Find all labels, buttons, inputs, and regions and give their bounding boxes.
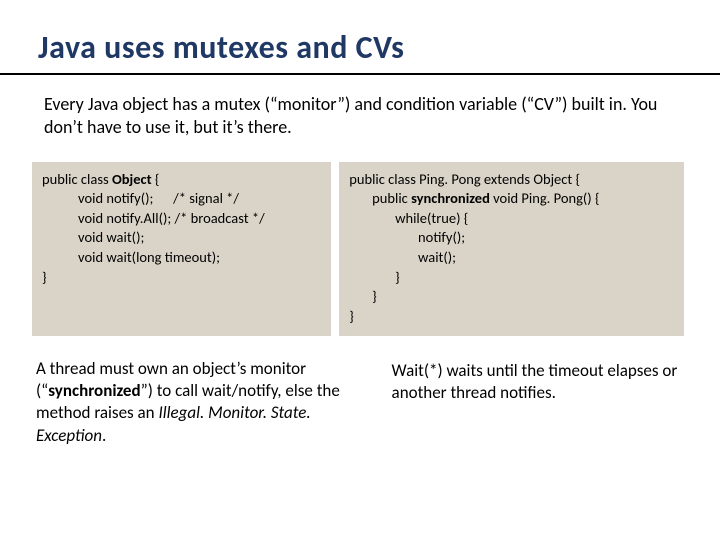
code-text: void wait();: [42, 228, 321, 248]
footer-text-bold: synchronized: [48, 380, 140, 401]
code-text: public class Ping. Pong extends Object {: [349, 170, 674, 190]
code-text: }: [42, 268, 321, 288]
code-text: void Ping. Pong() {: [490, 189, 600, 207]
code-text: }: [349, 268, 674, 288]
footer-right-text: Wait(*) waits until the timeout elapses …: [392, 358, 684, 446]
footer-left-text: A thread must own an object’s monitor (“…: [36, 358, 364, 446]
code-text: void wait(long timeout);: [42, 248, 321, 268]
code-text-bold: Object: [112, 170, 152, 188]
code-text: public class: [42, 170, 112, 188]
code-row: public class Object { void notify(); /* …: [0, 162, 720, 337]
code-text: void notify(); /* signal */: [42, 189, 321, 209]
code-text: public: [349, 189, 411, 207]
footer-row: A thread must own an object’s monitor (“…: [0, 358, 720, 446]
code-text: while(true) {: [349, 209, 674, 229]
footer-text: .: [102, 425, 106, 446]
code-text: }: [349, 307, 674, 327]
code-text: notify();: [349, 228, 674, 248]
code-text: {: [152, 170, 160, 188]
code-text: }: [349, 287, 674, 307]
intro-text: Every Java object has a mutex (“monitor”…: [0, 93, 720, 140]
code-text-bold: synchronized: [411, 189, 490, 207]
code-box-object: public class Object { void notify(); /* …: [32, 162, 331, 337]
code-text: void notify.All(); /* broadcast */: [42, 209, 321, 229]
slide-title: Java uses mutexes and CVs: [0, 0, 720, 75]
code-box-pingpong: public class Ping. Pong extends Object {…: [339, 162, 684, 337]
code-text: wait();: [349, 248, 674, 268]
